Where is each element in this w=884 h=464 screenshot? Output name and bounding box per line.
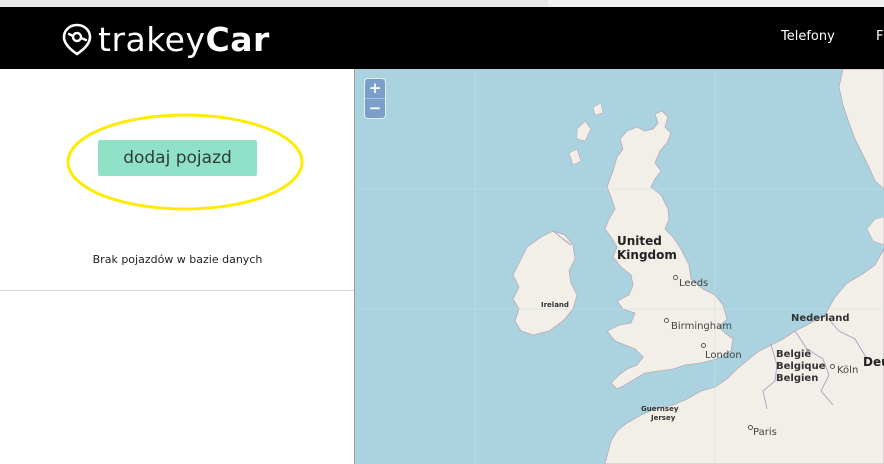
label-deutschland: Deu bbox=[863, 355, 884, 369]
zoom-in-button[interactable]: + bbox=[365, 79, 385, 99]
label-belgique: Belgique bbox=[776, 361, 826, 372]
label-kingdom: Kingdom bbox=[617, 248, 677, 262]
label-belgien: Belgien bbox=[776, 373, 819, 384]
label-koln: Köln bbox=[837, 365, 859, 376]
denmark-landmass bbox=[866, 216, 884, 246]
label-united: United bbox=[617, 234, 662, 248]
location-pin-icon bbox=[62, 23, 92, 56]
nav-item-cut-off[interactable]: F bbox=[876, 29, 883, 44]
scandinavia-landmass bbox=[838, 69, 884, 190]
city-dot-london bbox=[701, 343, 706, 348]
label-ireland: Ireland bbox=[541, 301, 569, 309]
city-dot-leeds bbox=[673, 275, 678, 280]
city-dot-koln bbox=[830, 364, 835, 369]
add-vehicle-button[interactable]: dodaj pojazd bbox=[98, 140, 257, 176]
logo-text-car: Car bbox=[205, 19, 270, 59]
label-leeds: Leeds bbox=[679, 278, 709, 289]
label-birmingham: Birmingham bbox=[671, 321, 732, 332]
logo-text-trakey: trakey bbox=[98, 19, 206, 59]
label-channel-islands: Guernsey Jersey bbox=[641, 405, 678, 423]
label-nederland: Nederland bbox=[791, 313, 850, 324]
hebrides bbox=[568, 102, 604, 166]
label-paris: Paris bbox=[753, 427, 777, 438]
vehicle-panel: dodaj pojazd Brak pojazdów w bazie danyc… bbox=[0, 69, 355, 464]
zoom-out-button[interactable]: − bbox=[365, 99, 385, 118]
label-jersey: Jersey bbox=[651, 414, 676, 422]
empty-vehicle-message: Brak pojazdów w bazie danych bbox=[92, 253, 263, 266]
label-belgium: België Belgique Belgien bbox=[776, 349, 825, 385]
logo[interactable]: trakey Car bbox=[60, 17, 270, 61]
browser-tab-edge bbox=[0, 0, 548, 7]
navbar: trakey Car Telefony F bbox=[0, 7, 884, 69]
map-view[interactable]: + − United Kingdom Leeds Ireland Birming… bbox=[355, 69, 884, 464]
panel-divider bbox=[0, 290, 355, 291]
label-belgie: België bbox=[776, 349, 812, 360]
label-united-kingdom: United Kingdom bbox=[617, 234, 677, 262]
label-london: London bbox=[705, 350, 742, 361]
nav-telefony[interactable]: Telefony bbox=[781, 29, 835, 44]
browser-strip bbox=[0, 0, 884, 7]
zoom-control: + − bbox=[365, 79, 385, 118]
city-dot-birmingham bbox=[664, 318, 669, 323]
ireland-landmass bbox=[512, 230, 578, 336]
label-guernsey: Guernsey bbox=[641, 405, 679, 413]
map-tiles bbox=[355, 69, 884, 464]
